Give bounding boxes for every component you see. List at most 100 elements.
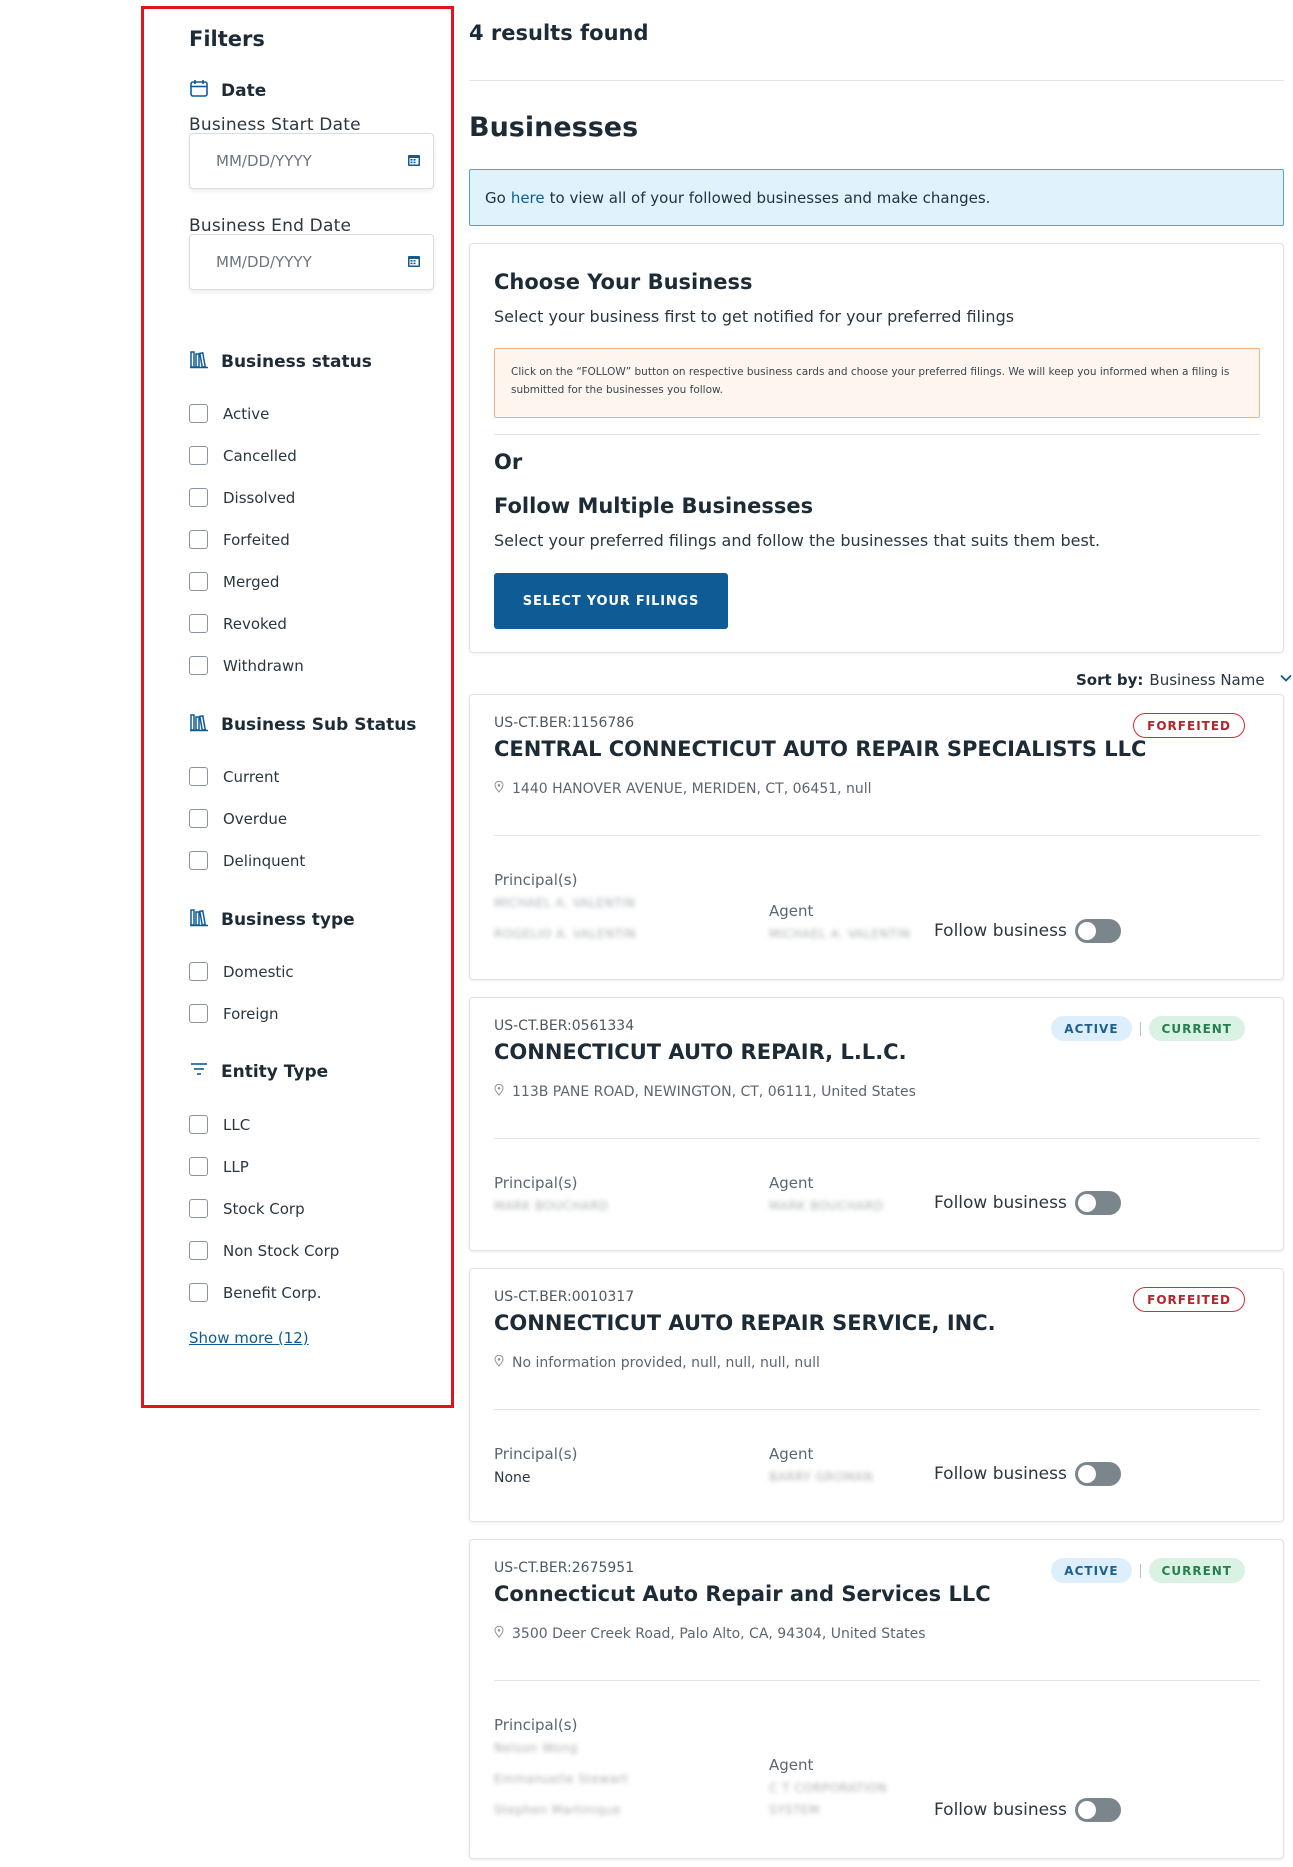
location-pin-icon (494, 1625, 504, 1642)
business-card[interactable]: US-CT.BER:1156786 FORFEITED CENTRAL CONN… (469, 694, 1284, 980)
follow-notice: Click on the “FOLLOW” button on respecti… (494, 348, 1260, 418)
business-card[interactable]: US-CT.BER:2675951 ACTIVE CURRENT Connect… (469, 1539, 1284, 1859)
checkbox[interactable] (189, 446, 208, 465)
calendar-picker-icon[interactable] (407, 152, 421, 171)
start-date-label: Business Start Date (189, 115, 361, 135)
follow-business-control[interactable]: Follow business (934, 1798, 1121, 1822)
option-label: Forfeited (223, 530, 290, 549)
status-option-merged[interactable]: Merged (189, 572, 279, 591)
checkbox[interactable] (189, 488, 208, 507)
sort-control[interactable]: Sort by: Business Name (1076, 671, 1293, 689)
end-date-input[interactable] (214, 252, 384, 272)
filter-icon (189, 1059, 209, 1084)
option-label: Domestic (223, 962, 294, 981)
filters-panel: Filters Date Business Start Date Busines… (141, 6, 454, 1408)
status-badges: ACTIVE CURRENT (1051, 1558, 1245, 1583)
entity-option-non-stock-corp[interactable]: Non Stock Corp (189, 1241, 339, 1260)
entity-option-stock-corp[interactable]: Stock Corp (189, 1199, 305, 1218)
checkbox[interactable] (189, 1241, 208, 1260)
checkbox[interactable] (189, 1115, 208, 1134)
entity-option-benefit-corp[interactable]: Benefit Corp. (189, 1283, 321, 1302)
location-pin-icon (494, 1083, 504, 1100)
chevron-down-icon[interactable] (1279, 671, 1293, 689)
agent-label: Agent (769, 1756, 814, 1774)
calendar-picker-icon[interactable] (407, 253, 421, 272)
business-sub-status-heading: Business Sub Status (189, 712, 416, 737)
banner-prefix: Go (485, 188, 506, 207)
status-option-active[interactable]: Active (189, 404, 269, 423)
follow-business-control[interactable]: Follow business (934, 919, 1121, 943)
business-card[interactable]: US-CT.BER:0010317 FORFEITED CONNECTICUT … (469, 1268, 1284, 1522)
checkbox[interactable] (189, 404, 208, 423)
date-heading-label: Date (221, 80, 267, 101)
checkbox[interactable] (189, 530, 208, 549)
option-label: Foreign (223, 1004, 279, 1023)
follow-toggle[interactable] (1074, 1798, 1121, 1822)
business-name[interactable]: Connecticut Auto Repair and Services LLC (494, 1582, 991, 1606)
checkbox[interactable] (189, 1004, 208, 1023)
principal-name: MICHAEL A. VALENTIN (494, 896, 636, 910)
status-option-withdrawn[interactable]: Withdrawn (189, 656, 304, 675)
follow-toggle[interactable] (1074, 1462, 1121, 1486)
checkbox[interactable] (189, 572, 208, 591)
checkbox[interactable] (189, 1199, 208, 1218)
checkbox[interactable] (189, 1157, 208, 1176)
start-date-input[interactable] (214, 151, 384, 171)
business-card[interactable]: US-CT.BER:0561334 ACTIVE CURRENT CONNECT… (469, 997, 1284, 1251)
business-address: 113B PANE ROAD, NEWINGTON, CT, 06111, Un… (494, 1083, 916, 1100)
divider (494, 1409, 1260, 1410)
sub-status-option-overdue[interactable]: Overdue (189, 809, 287, 828)
status-option-dissolved[interactable]: Dissolved (189, 488, 295, 507)
option-label: Merged (223, 572, 280, 591)
business-sub-status-label: Business Sub Status (221, 714, 417, 735)
follow-toggle[interactable] (1074, 919, 1121, 943)
status-option-forfeited[interactable]: Forfeited (189, 530, 290, 549)
status-option-revoked[interactable]: Revoked (189, 614, 287, 633)
business-status-label: Business status (221, 351, 372, 372)
start-date-field[interactable] (189, 133, 434, 189)
end-date-field[interactable] (189, 234, 434, 290)
business-name[interactable]: CONNECTICUT AUTO REPAIR SERVICE, INC. (494, 1311, 996, 1335)
business-address: 3500 Deer Creek Road, Palo Alto, CA, 943… (494, 1625, 926, 1642)
entity-type-label: Entity Type (221, 1061, 329, 1082)
principal-name: None (494, 1470, 531, 1486)
entity-option-llc[interactable]: LLC (189, 1115, 250, 1134)
business-name[interactable]: CENTRAL CONNECTICUT AUTO REPAIR SPECIALI… (494, 737, 1146, 761)
checkbox[interactable] (189, 614, 208, 633)
address-text: 113B PANE ROAD, NEWINGTON, CT, 06111, Un… (512, 1084, 916, 1100)
entity-type-heading: Entity Type (189, 1059, 328, 1084)
checkbox[interactable] (189, 767, 208, 786)
business-address: No information provided, null, null, nul… (494, 1354, 820, 1371)
show-more-link[interactable]: Show more (12) (189, 1329, 309, 1347)
sub-status-option-current[interactable]: Current (189, 767, 279, 786)
checkbox[interactable] (189, 851, 208, 870)
option-label: Delinquent (223, 851, 306, 870)
address-text: 3500 Deer Creek Road, Palo Alto, CA, 943… (512, 1626, 926, 1642)
library-icon (189, 907, 209, 932)
checkbox[interactable] (189, 656, 208, 675)
status-badge: FORFEITED (1133, 1287, 1245, 1312)
business-id: US-CT.BER:2675951 (494, 1560, 635, 1576)
type-option-foreign[interactable]: Foreign (189, 1004, 279, 1023)
checkbox[interactable] (189, 1283, 208, 1302)
address-text: 1440 HANOVER AVENUE, MERIDEN, CT, 06451,… (512, 781, 872, 797)
date-section-heading: Date (189, 78, 266, 103)
entity-option-llp[interactable]: LLP (189, 1157, 249, 1176)
follow-toggle[interactable] (1074, 1191, 1121, 1215)
sub-status-option-delinquent[interactable]: Delinquent (189, 851, 305, 870)
follow-business-control[interactable]: Follow business (934, 1191, 1121, 1215)
business-name[interactable]: CONNECTICUT AUTO REPAIR, L.L.C. (494, 1040, 907, 1064)
option-label: Overdue (223, 809, 288, 828)
type-option-domestic[interactable]: Domestic (189, 962, 294, 981)
option-label: LLC (223, 1115, 251, 1134)
checkbox[interactable] (189, 809, 208, 828)
agent-name: SYSTEM (769, 1803, 820, 1817)
follow-business-control[interactable]: Follow business (934, 1462, 1121, 1486)
select-filings-button[interactable]: SELECT YOUR FILINGS (494, 573, 728, 629)
banner-suffix: to view all of your followed businesses … (549, 188, 991, 207)
principal-name: Nelson Wong (494, 1741, 578, 1755)
sort-value[interactable]: Business Name (1149, 671, 1264, 689)
followed-businesses-link[interactable]: here (511, 189, 545, 207)
status-option-cancelled[interactable]: Cancelled (189, 446, 297, 465)
checkbox[interactable] (189, 962, 208, 981)
